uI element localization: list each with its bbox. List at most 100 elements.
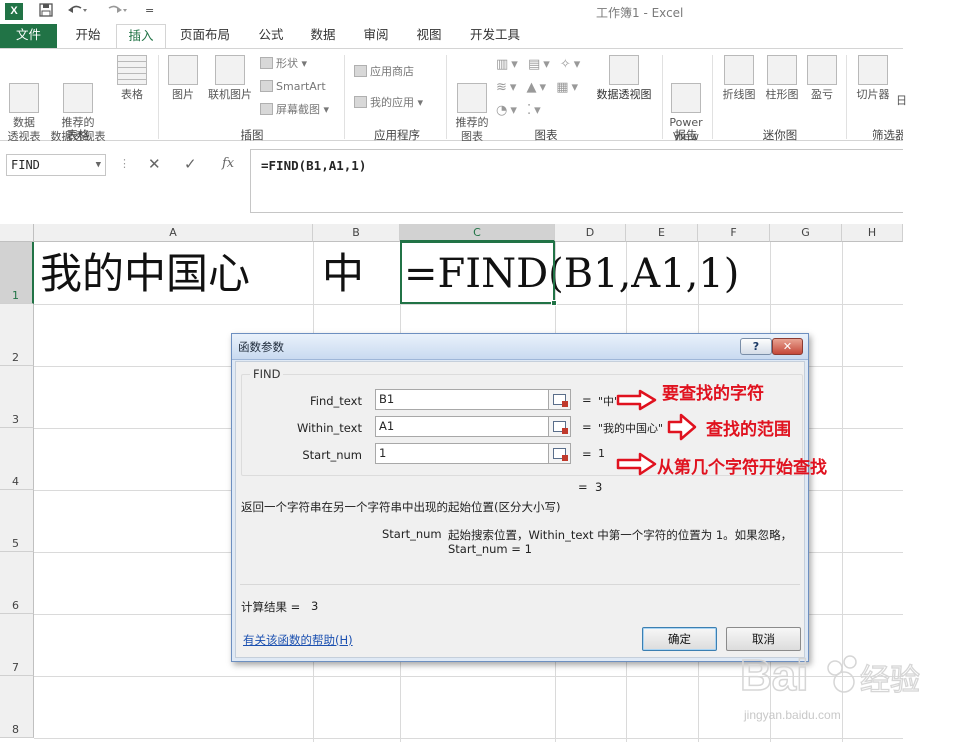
row-header-7[interactable]: 7 — [0, 614, 34, 676]
tab-home[interactable]: 开始 — [62, 24, 114, 48]
tab-data[interactable]: 数据 — [300, 24, 346, 48]
column-header-f[interactable]: F — [698, 224, 770, 242]
column-header-a[interactable]: A — [34, 224, 313, 242]
equals-sign: = — [582, 393, 592, 407]
smartart-icon — [260, 80, 273, 92]
sparkline-winloss-button[interactable]: 盈亏 — [804, 55, 840, 102]
tab-developer[interactable]: 开发工具 — [460, 24, 530, 48]
range-picker-icon[interactable] — [548, 389, 571, 410]
cell-b1[interactable]: 中 — [322, 244, 364, 304]
close-button[interactable]: ✕ — [772, 338, 803, 355]
row-number: 5 — [12, 537, 19, 550]
app-store-button[interactable]: 应用商店 — [354, 65, 414, 79]
chevron-down-icon[interactable]: ▼ — [96, 155, 101, 175]
formula-input[interactable]: =FIND(B1,A1,1) — [250, 149, 903, 213]
tab-review[interactable]: 审阅 — [353, 24, 399, 48]
line-chart-icon[interactable]: ≋▾ ▲▾ ▦▾ — [496, 80, 581, 95]
param-name: Start_num — [382, 527, 442, 541]
overall-result: 3 — [595, 480, 603, 494]
annotation-start-num: 从第几个字符开始查找 — [657, 458, 827, 478]
tab-page-layout[interactable]: 页面布局 — [170, 24, 240, 48]
slicer-icon — [858, 55, 888, 85]
tab-file[interactable]: 文件 — [0, 24, 57, 48]
redo-icon[interactable] — [106, 2, 128, 24]
column-header-h[interactable]: H — [842, 224, 903, 242]
row-header-4[interactable]: 4 — [0, 428, 34, 490]
online-picture-button[interactable]: 联机图片 — [204, 55, 256, 102]
name-box[interactable]: FIND ▼ — [6, 154, 106, 176]
picture-button[interactable]: 图片 — [166, 55, 200, 102]
calc-result-label: 计算结果 = — [241, 600, 301, 614]
help-button[interactable]: ? — [740, 338, 772, 355]
help-link[interactable]: 有关该函数的帮助(H) — [243, 632, 353, 648]
row-header-2[interactable]: 2 — [0, 304, 34, 366]
formula-bar: FIND ▼ ⋮ ✕ ✓ fx =FIND(B1,A1,1) — [0, 141, 903, 213]
annotation-find-text: 要查找的字符 — [662, 384, 764, 404]
calc-result-value: 3 — [311, 599, 319, 613]
smartart-button[interactable]: SmartArt — [260, 80, 326, 94]
pivot-chart-button[interactable]: 数据透视图 — [592, 55, 656, 102]
fill-handle[interactable] — [551, 300, 557, 306]
row-header-1[interactable]: 1 — [0, 242, 34, 304]
app-store-label: 应用商店 — [370, 65, 414, 78]
arg-label-find-text: Find_text — [309, 394, 362, 408]
ribbon-tabs: 文件 开始 插入 页面布局 公式 数据 审阅 视图 开发工具 — [0, 24, 903, 49]
group-separator — [344, 55, 345, 139]
function-name: FIND — [250, 367, 284, 381]
cancel-icon[interactable]: ✕ — [148, 155, 161, 173]
row-header-5[interactable]: 5 — [0, 490, 34, 552]
column-header-e[interactable]: E — [626, 224, 698, 242]
range-picker-icon[interactable] — [548, 443, 571, 464]
grid-line — [34, 738, 903, 739]
param-description: 起始搜索位置，Within_text 中第一个字符的位置为 1。如果忽略， — [448, 528, 793, 542]
table-button[interactable]: 表格 — [114, 55, 150, 102]
my-apps-label: 我的应用 — [370, 96, 414, 109]
group-separator — [662, 55, 663, 139]
column-header-d[interactable]: D — [555, 224, 626, 242]
slicer-button[interactable]: 切片器 — [850, 55, 896, 102]
customize-qat-icon[interactable]: = — [145, 2, 154, 20]
dialog-title-bar[interactable]: 函数参数 — [232, 334, 808, 360]
pie-chart-icon[interactable]: ◔▾ ⁚▾ — [496, 103, 544, 118]
row-header-3[interactable]: 3 — [0, 366, 34, 428]
cell-a1[interactable]: 我的中国心 — [40, 244, 250, 304]
column-header-g[interactable]: G — [770, 224, 842, 242]
column-chart-icon[interactable]: ▥▾ ▤▾ ✧▾ — [496, 57, 583, 72]
column-header-c[interactable]: C — [400, 224, 555, 242]
row-header-8[interactable]: 8 — [0, 676, 34, 738]
row-header-6[interactable]: 6 — [0, 552, 34, 614]
within-text-input[interactable]: A1 — [375, 416, 549, 437]
select-all-corner[interactable] — [0, 224, 34, 242]
timeline-button[interactable]: 日 — [896, 94, 907, 108]
pivot-chart-label: 数据透视图 — [596, 88, 652, 101]
ok-button[interactable]: 确定 — [642, 627, 717, 651]
screenshot-label: 屏幕截图 — [276, 103, 320, 116]
tab-view[interactable]: 视图 — [406, 24, 452, 48]
start-num-result: 1 — [598, 447, 605, 460]
watermark-url: jingyan.baidu.com — [744, 708, 841, 722]
my-apps-button[interactable]: 我的应用 ▾ — [354, 96, 423, 110]
svg-text:经验: 经验 — [860, 664, 920, 697]
shapes-icon — [260, 57, 273, 69]
screenshot-icon — [260, 103, 273, 115]
sparkline-winloss-label: 盈亏 — [811, 88, 833, 101]
insert-function-icon[interactable]: fx — [222, 156, 234, 171]
tab-formulas[interactable]: 公式 — [248, 24, 294, 48]
active-cell-border — [400, 241, 557, 306]
enter-icon[interactable]: ✓ — [184, 155, 197, 173]
start-num-input[interactable]: 1 — [375, 443, 549, 464]
screenshot-button[interactable]: 屏幕截图 ▾ — [260, 103, 329, 117]
dialog-body: FIND Find_text B1 = "中" Within_text A1 =… — [235, 361, 805, 658]
slicer-label: 切片器 — [856, 88, 890, 101]
range-picker-icon[interactable] — [548, 416, 571, 437]
save-icon[interactable] — [38, 2, 54, 24]
undo-icon[interactable] — [66, 2, 88, 24]
sparkline-column-button[interactable]: 柱形图 — [762, 55, 802, 102]
find-text-input[interactable]: B1 — [375, 389, 549, 410]
column-header-b[interactable]: B — [313, 224, 400, 242]
row-number: 2 — [12, 351, 19, 364]
sparkline-line-button[interactable]: 折线图 — [718, 55, 760, 102]
shapes-button[interactable]: 形状 ▾ — [260, 57, 307, 71]
tab-insert[interactable]: 插入 — [116, 24, 166, 49]
divider — [240, 584, 800, 585]
